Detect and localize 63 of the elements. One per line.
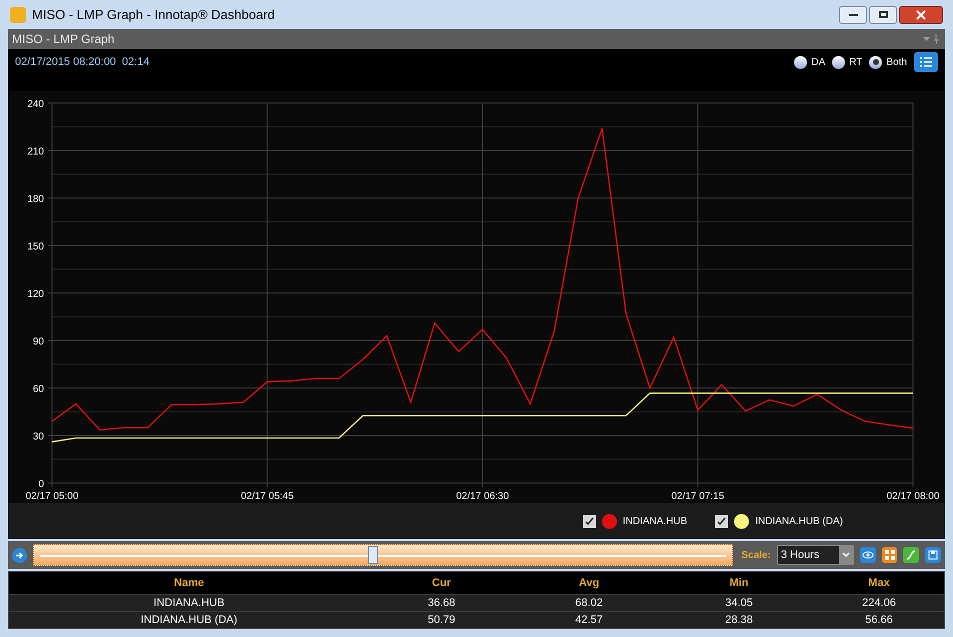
x-tick-label: 02/17 05:45 xyxy=(240,491,294,502)
scale-dropdown[interactable]: 3 Hours xyxy=(776,545,854,565)
list-menu-button[interactable] xyxy=(914,52,938,72)
eye-icon xyxy=(862,551,874,559)
mode-radio[interactable]: RT xyxy=(832,54,862,70)
curve-icon xyxy=(906,550,916,560)
y-tick-label: 210 xyxy=(27,146,44,158)
eye-button[interactable] xyxy=(860,547,876,563)
table-cell-text: 42.57 xyxy=(575,613,603,628)
x-tick-label: 02/17 06:30 xyxy=(456,491,510,502)
legend-label: INDIANA.HUB xyxy=(622,514,688,528)
y-tick-label: 180 xyxy=(27,194,44,205)
window-title: MISO - LMP Graph - Innotap® Dashboard xyxy=(32,6,275,24)
y-tick-label: 60 xyxy=(32,384,44,395)
grid-icon xyxy=(884,550,895,560)
table-cell-text: 36.68 xyxy=(428,596,456,611)
elapsed-time: 02:14 xyxy=(122,54,150,70)
legend-checkbox[interactable] xyxy=(715,514,728,528)
mode-radio[interactable]: DA xyxy=(794,54,826,70)
scale-label: Scale: xyxy=(741,548,771,562)
close-button[interactable] xyxy=(899,6,943,24)
close-icon xyxy=(916,10,926,20)
arrow-right-icon xyxy=(14,550,24,560)
timeline-track[interactable] xyxy=(32,544,734,566)
legend-checkbox[interactable] xyxy=(582,514,596,528)
y-tick-label: 150 xyxy=(27,242,44,252)
y-tick-label: 120 xyxy=(27,289,44,300)
timeline-thumb[interactable] xyxy=(368,546,378,564)
column-header: Max xyxy=(868,576,890,591)
column-header: Min xyxy=(730,576,748,591)
minimize-button[interactable] xyxy=(839,6,867,24)
save-icon xyxy=(928,550,938,560)
table-cell-text: 28.38 xyxy=(725,613,753,628)
pin-icon xyxy=(923,34,941,44)
table-cell-text: 34.05 xyxy=(725,596,753,611)
column-header: Name xyxy=(174,576,204,591)
y-tick-label: 0 xyxy=(38,479,44,490)
x-tick-label: 02/17 05:00 xyxy=(26,491,79,502)
table-cell-text: INDIANA.HUB (DA) xyxy=(140,613,238,628)
grid-button[interactable] xyxy=(882,547,898,563)
table-cell-text: 50.79 xyxy=(428,613,456,628)
x-tick-label: 02/17 07:15 xyxy=(671,491,725,502)
y-tick-label: 30 xyxy=(32,432,44,442)
y-tick-label: 90 xyxy=(32,336,44,348)
curve-button[interactable] xyxy=(903,547,920,563)
app-logo-icon xyxy=(10,6,26,22)
column-header: Cur xyxy=(432,576,451,591)
y-tick-label: 240 xyxy=(27,99,44,110)
legend-label: INDIANA.HUB (DA) xyxy=(755,514,843,528)
dropdown-caret-icon xyxy=(838,546,853,564)
save-button[interactable] xyxy=(925,547,941,563)
mode-radio[interactable]: Both xyxy=(869,54,907,70)
table-cell-text: INDIANA.HUB xyxy=(154,596,224,611)
panel-title: MISO - LMP Graph xyxy=(12,31,114,48)
go-arrow-button[interactable] xyxy=(12,548,27,562)
table-cell-text: 68.02 xyxy=(575,596,603,611)
table-cell-text: 224.06 xyxy=(862,596,896,611)
table-cell-text: 56.66 xyxy=(865,613,893,628)
x-tick-label: 02/17 08:00 xyxy=(886,491,940,502)
maximize-button[interactable] xyxy=(869,6,897,24)
column-header: Avg xyxy=(578,576,600,591)
timestamp: 02/17/2015 08:20:00 xyxy=(15,54,116,70)
list-icon xyxy=(920,57,932,67)
